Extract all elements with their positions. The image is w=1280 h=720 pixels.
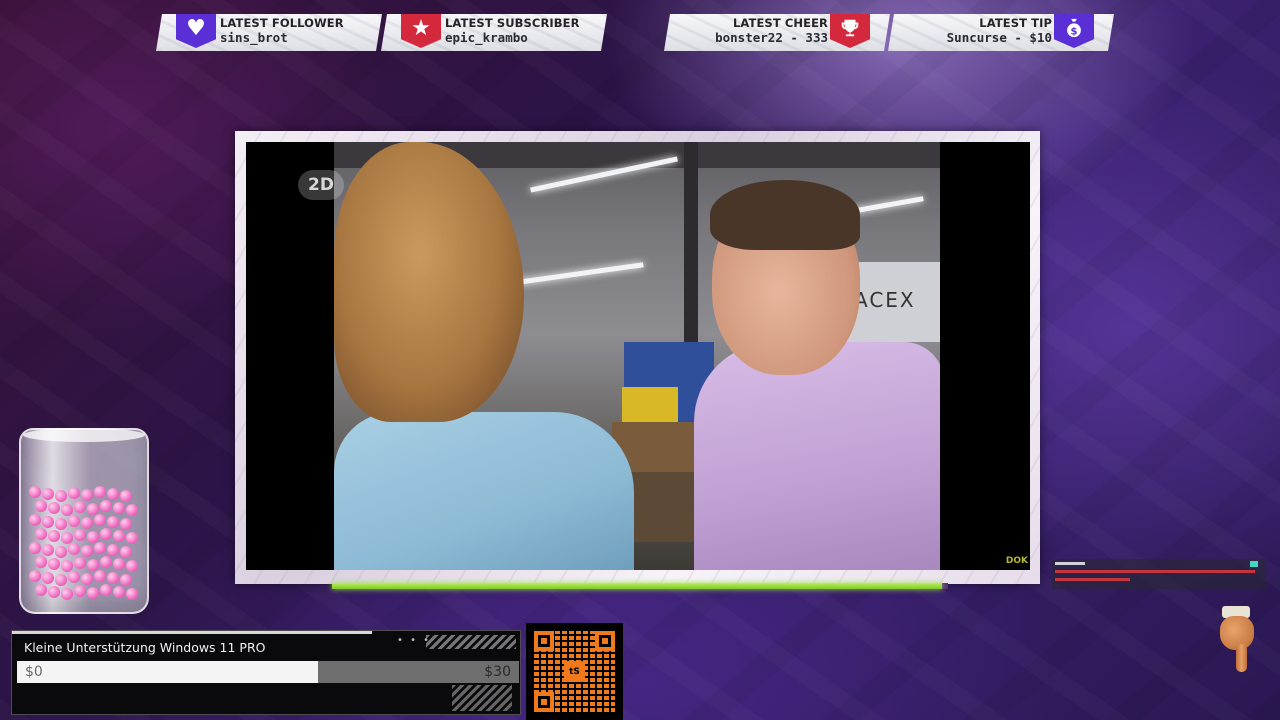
candy <box>68 515 80 527</box>
candy <box>48 558 60 570</box>
goal-progress-fill <box>17 661 319 683</box>
goal-target-amount: $30 <box>484 664 511 680</box>
candy <box>42 544 54 556</box>
candy <box>81 545 93 557</box>
candy <box>126 560 138 572</box>
chat-widget <box>1052 559 1266 589</box>
candy <box>35 584 47 596</box>
candy <box>74 501 86 513</box>
candy <box>42 572 54 584</box>
candy <box>61 588 73 600</box>
candy <box>29 486 41 498</box>
candy <box>87 559 99 571</box>
candy <box>113 558 125 570</box>
candy <box>100 500 112 512</box>
candy <box>126 588 138 600</box>
candy <box>74 585 86 597</box>
candy <box>35 556 47 568</box>
latest-subscriber-alert: ★ LATEST SUBSCRIBER epic_krambo <box>381 14 607 51</box>
candy <box>29 542 41 554</box>
video-progress-fill <box>332 583 942 589</box>
goal-progress-bar: $0 $30 <box>17 661 519 683</box>
candy <box>107 488 119 500</box>
candy <box>120 518 132 530</box>
candy <box>107 572 119 584</box>
candy <box>87 503 99 515</box>
candy <box>55 546 67 558</box>
candy <box>35 500 47 512</box>
video-player[interactable]: ACEX 2D DOK <box>246 142 1030 570</box>
video-progress-bar[interactable] <box>332 583 948 589</box>
interviewee-figure <box>694 342 940 570</box>
corner-logo: DOK <box>1005 556 1028 566</box>
candy <box>74 557 86 569</box>
latest-follower-alert: ♥ LATEST FOLLOWER sins_brot <box>156 14 382 51</box>
candy <box>29 570 41 582</box>
qr-code: tS <box>526 623 623 720</box>
candy <box>100 584 112 596</box>
candy <box>68 571 80 583</box>
candy <box>87 587 99 599</box>
candy <box>61 532 73 544</box>
candy <box>55 574 67 586</box>
alert-title: LATEST TIP <box>979 16 1052 30</box>
candy <box>94 514 106 526</box>
latest-tip-alert: $ LATEST TIP Suncurse - $10 <box>888 14 1114 51</box>
candy <box>120 546 132 558</box>
svg-text:$: $ <box>1070 26 1077 37</box>
candy <box>42 516 54 528</box>
interviewer-figure <box>334 412 634 570</box>
goal-start-amount: $0 <box>25 664 43 680</box>
candy <box>107 516 119 528</box>
alert-value: epic_krambo <box>445 30 528 45</box>
candy <box>126 504 138 516</box>
alert-value: sins_brot <box>220 30 288 45</box>
latest-cheer-alert: LATEST CHEER bonster22 - 333 <box>664 14 890 51</box>
candy <box>94 542 106 554</box>
video-scene: ACEX <box>334 142 940 570</box>
candy <box>48 586 60 598</box>
candy <box>74 529 86 541</box>
candy <box>35 528 47 540</box>
candy <box>126 532 138 544</box>
alert-title: LATEST SUBSCRIBER <box>445 16 580 30</box>
candy <box>55 518 67 530</box>
pointing-hand-icon <box>1218 606 1258 676</box>
candy <box>87 531 99 543</box>
candy <box>81 489 93 501</box>
candy <box>113 530 125 542</box>
alert-title: LATEST CHEER <box>733 16 828 30</box>
alert-value: Suncurse - $10 <box>946 30 1052 45</box>
candy <box>120 490 132 502</box>
qr-center-logo: tS <box>564 661 585 682</box>
candy <box>61 560 73 572</box>
candy <box>100 528 112 540</box>
channel-logo: 2D <box>298 170 344 200</box>
donation-goal-widget: • • • Kleine Unterstützung Windows 11 PR… <box>11 630 521 715</box>
candy <box>94 570 106 582</box>
goal-title: Kleine Unterstützung Windows 11 PRO <box>24 640 266 655</box>
tip-jar <box>19 428 149 614</box>
candy <box>113 586 125 598</box>
candy <box>48 530 60 542</box>
alert-value: bonster22 - 333 <box>715 30 828 45</box>
candy <box>48 502 60 514</box>
candy <box>120 574 132 586</box>
candy <box>68 487 80 499</box>
candy <box>29 514 41 526</box>
candy <box>113 502 125 514</box>
candy <box>42 488 54 500</box>
candy <box>94 486 106 498</box>
candy <box>81 573 93 585</box>
candy <box>100 556 112 568</box>
candy <box>61 504 73 516</box>
sign-text: ACEX <box>854 288 916 312</box>
alert-title: LATEST FOLLOWER <box>220 16 344 30</box>
candy <box>81 517 93 529</box>
candy <box>107 544 119 556</box>
candy <box>68 543 80 555</box>
candy <box>55 490 67 502</box>
